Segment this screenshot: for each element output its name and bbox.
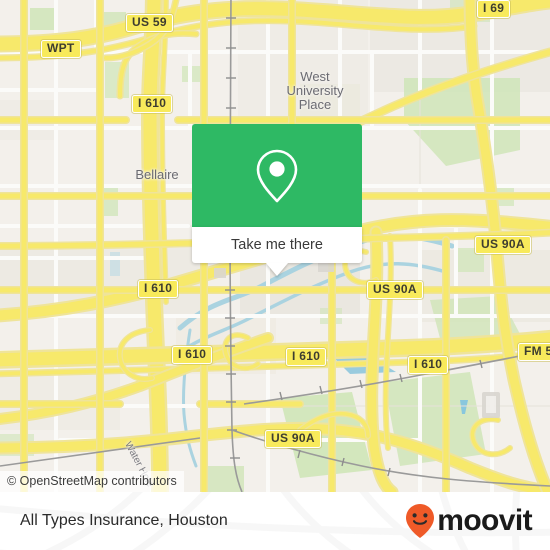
highway-shield-i-610-south[interactable]: I 610 bbox=[286, 348, 327, 366]
highway-shield-us-90a-mid[interactable]: US 90A bbox=[367, 281, 423, 299]
page-title: All Types Insurance, Houston bbox=[20, 512, 228, 529]
moovit-map-screenshot: .rd{fill:none;stroke:#f7e96b;stroke-line… bbox=[0, 0, 550, 550]
moovit-logo[interactable]: moovit bbox=[405, 503, 533, 539]
moovit-pin-icon bbox=[406, 504, 435, 538]
moovit-wordmark: moovit bbox=[437, 504, 532, 537]
highway-shield-us-59[interactable]: US 59 bbox=[126, 14, 173, 32]
highway-shield-i-610-southwest[interactable]: I 610 bbox=[172, 346, 213, 364]
highway-shield-i-610-north[interactable]: I 610 bbox=[132, 95, 173, 113]
map-canvas[interactable]: .rd{fill:none;stroke:#f7e96b;stroke-line… bbox=[0, 0, 550, 492]
highway-shield-us-90a-east[interactable]: US 90A bbox=[475, 236, 531, 254]
osm-attribution[interactable]: © OpenStreetMap contributors bbox=[0, 471, 184, 492]
popup-pointer-tail bbox=[266, 263, 288, 276]
take-me-there-button[interactable]: Take me there bbox=[192, 227, 362, 263]
location-popup-card[interactable]: Take me there bbox=[192, 124, 362, 276]
popup-header bbox=[192, 124, 362, 227]
highway-shield-wpt[interactable]: WPT bbox=[41, 40, 81, 58]
highway-shield-us-90a-south[interactable]: US 90A bbox=[265, 430, 321, 448]
highway-shield-i-610-southeast[interactable]: I 610 bbox=[408, 356, 449, 374]
highway-shield-i-610-west[interactable]: I 610 bbox=[138, 280, 179, 298]
map-pin-icon bbox=[256, 149, 298, 202]
footer-bar: All Types Insurance, Houston moovit bbox=[0, 492, 550, 550]
highway-shield-i-69[interactable]: I 69 bbox=[477, 0, 511, 18]
highway-shield-fm-52[interactable]: FM 52 bbox=[518, 343, 550, 361]
